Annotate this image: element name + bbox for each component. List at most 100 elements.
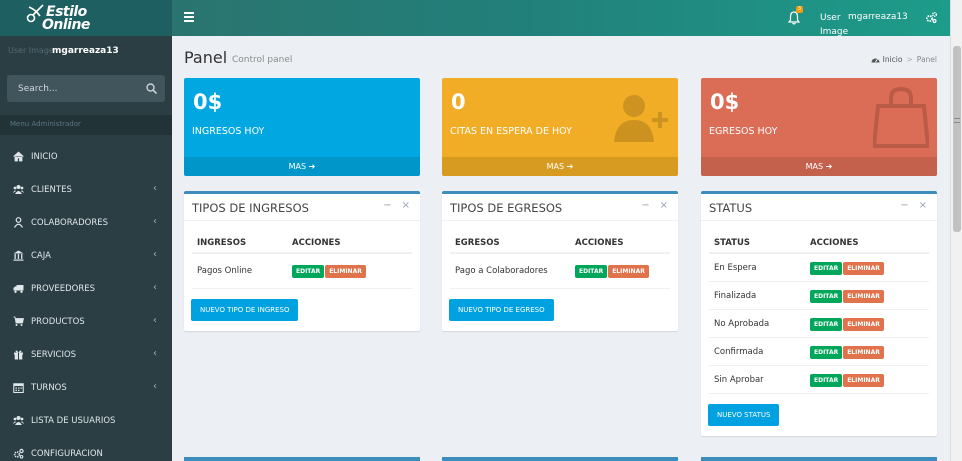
box-header: TIPOS DE EGRESOS − × [442,194,678,221]
box-footer: NUEVO TIPO DE INGRESO [184,289,420,331]
user-tie-icon [13,217,24,228]
row-name: No Aprobada [714,319,770,329]
sidebar-item-label: LISTA DE USUARIOS [31,416,116,426]
delete-button[interactable]: ELIMINAR [843,346,884,359]
column-header: ACCIONES [292,238,341,248]
edit-button[interactable]: EDITAR [810,318,843,331]
add-egreso-type-button[interactable]: NUEVO TIPO DE EGRESO [449,299,554,321]
sidebar-item-lista-de-usuarios[interactable]: LISTA DE USUARIOS [0,404,172,437]
scrollbar-grip [954,118,960,123]
add-ingreso-type-button[interactable]: NUEVO TIPO DE INGRESO [191,299,299,321]
delete-button[interactable]: ELIMINAR [843,262,884,275]
edit-button[interactable]: EDITAR [810,290,843,303]
sidebar-item-clientes[interactable]: CLIENTES ‹ [0,173,172,206]
sidebar-item-label: CLIENTES [31,185,72,195]
sidebar-item-servicios[interactable]: SERVICIOS ‹ [0,338,172,371]
stat-value: 0$ [193,90,223,114]
arrow-circle-right-icon: ➔ [308,162,316,171]
row-actions: EDITAR ELIMINAR [810,262,884,275]
sidebar-item-proveedores[interactable]: PROVEEDORES ‹ [0,272,172,305]
chevron-left-icon: ‹ [153,183,157,194]
page-scrollbar[interactable] [950,0,962,461]
close-icon[interactable]: × [402,200,410,211]
cogs-icon[interactable] [925,11,938,24]
box-status: STATUS − × STATUS ACCIONES En Espera EDIT… [701,191,937,436]
page-title: Panel [184,48,228,67]
row-actions: EDITAR ELIMINAR [810,318,884,331]
stat-value: 0$ [710,90,740,114]
box-tools: − × [890,200,927,211]
row-name: Finalizada [714,291,757,301]
box-tipos-de-egresos: TIPOS DE EGRESOS − × EGRESOS ACCIONES Pag… [442,191,678,331]
sidebar-item-inicio[interactable]: INICIO [0,140,172,173]
sidebar-item-label: CONFIGURACION [31,449,103,459]
table-row: Pago a Colaboradores EDITAR ELIMINAR [450,254,670,289]
sidebar-item-label: CAJA [31,251,51,261]
arrow-circle-right-icon: ➔ [566,162,574,171]
scrollbar-thumb[interactable] [953,46,961,232]
delete-button[interactable]: ELIMINAR [325,265,366,278]
table-row: Finalizada EDITAR ELIMINAR [709,282,929,310]
breadcrumb-inicio[interactable]: Inicio [883,55,903,64]
more-info-label: MAS [288,162,307,171]
collapse-icon[interactable]: − [641,200,649,211]
close-icon[interactable]: × [660,200,668,211]
edit-button[interactable]: EDITAR [810,346,843,359]
sidebar-item-label: PROVEEDORES [31,284,96,294]
ingresos-table: INGRESOS ACCIONES Pagos Online EDITAR ELI… [192,230,412,289]
box-title: TIPOS DE INGRESOS [192,201,309,215]
calendar-icon [13,383,24,393]
table-row: Pagos Online EDITAR ELIMINAR [192,254,412,289]
more-info-link[interactable]: MAS ➔ [701,157,937,176]
box-title: TIPOS DE EGRESOS [450,201,563,215]
delete-button[interactable]: ELIMINAR [843,374,884,387]
sidebar-item-caja[interactable]: CAJA ‹ [0,239,172,272]
delete-button[interactable]: ELIMINAR [843,290,884,303]
delete-button[interactable]: ELIMINAR [608,265,649,278]
notifications-bell-icon[interactable] [788,11,800,25]
more-info-link[interactable]: MAS ➔ [184,157,420,176]
row-name: Confirmada [714,347,764,357]
search-input[interactable] [7,75,137,102]
delete-button[interactable]: ELIMINAR [843,318,884,331]
sidebar-item-turnos[interactable]: TURNOS ‹ [0,371,172,404]
box-tools: − × [631,200,668,211]
more-info-link[interactable]: MAS ➔ [442,157,678,176]
sidebar-user-image: User Image [8,46,54,55]
sidebar-search [7,75,165,102]
user-menu-name[interactable]: mgarreaza13 [848,12,908,22]
cogs-icon [13,448,24,459]
collapse-icon[interactable]: − [900,200,908,211]
sidebar-item-colaboradores[interactable]: COLABORADORES ‹ [0,206,172,239]
next-box-top-edge [442,457,678,461]
box-header: STATUS − × [701,194,937,221]
users-icon [13,185,24,194]
brand-logo[interactable]: Estilo Online [0,0,172,36]
breadcrumb-panel: Panel [916,55,937,64]
edit-button[interactable]: EDITAR [810,262,843,275]
sidebar-item-configuracion[interactable]: CONFIGURACION [0,437,172,461]
edit-button[interactable]: EDITAR [575,265,608,278]
arrow-circle-right-icon: ➔ [825,162,833,171]
sidebar-item-label: TURNOS [31,383,67,393]
page-subtitle: Control panel [232,55,293,65]
stat-value: 0 [451,90,466,114]
row-name: Sin Aprobar [714,375,764,385]
edit-button[interactable]: EDITAR [292,265,325,278]
edit-button[interactable]: EDITAR [810,374,843,387]
search-icon[interactable] [146,83,157,94]
column-header: ACCIONES [810,238,859,248]
row-actions: EDITAR ELIMINAR [810,374,884,387]
more-info-label: MAS [805,162,824,171]
row-name: Pago a Colaboradores [455,266,548,276]
sidebar-menu-header: Menu Administrador [0,115,172,135]
sidebar-item-productos[interactable]: PRODUCTOS ‹ [0,305,172,338]
add-status-button[interactable]: NUEVO STATUS [708,404,780,426]
stat-box-ingresos: 0$ INGRESOS HOY MAS ➔ [184,78,420,176]
close-icon[interactable]: × [919,200,927,211]
sidebar-toggle-button[interactable] [184,12,194,22]
table-header-row: STATUS ACCIONES [709,230,929,254]
collapse-icon[interactable]: − [383,200,391,211]
bank-icon [13,250,24,261]
next-box-top-edge [701,457,937,461]
